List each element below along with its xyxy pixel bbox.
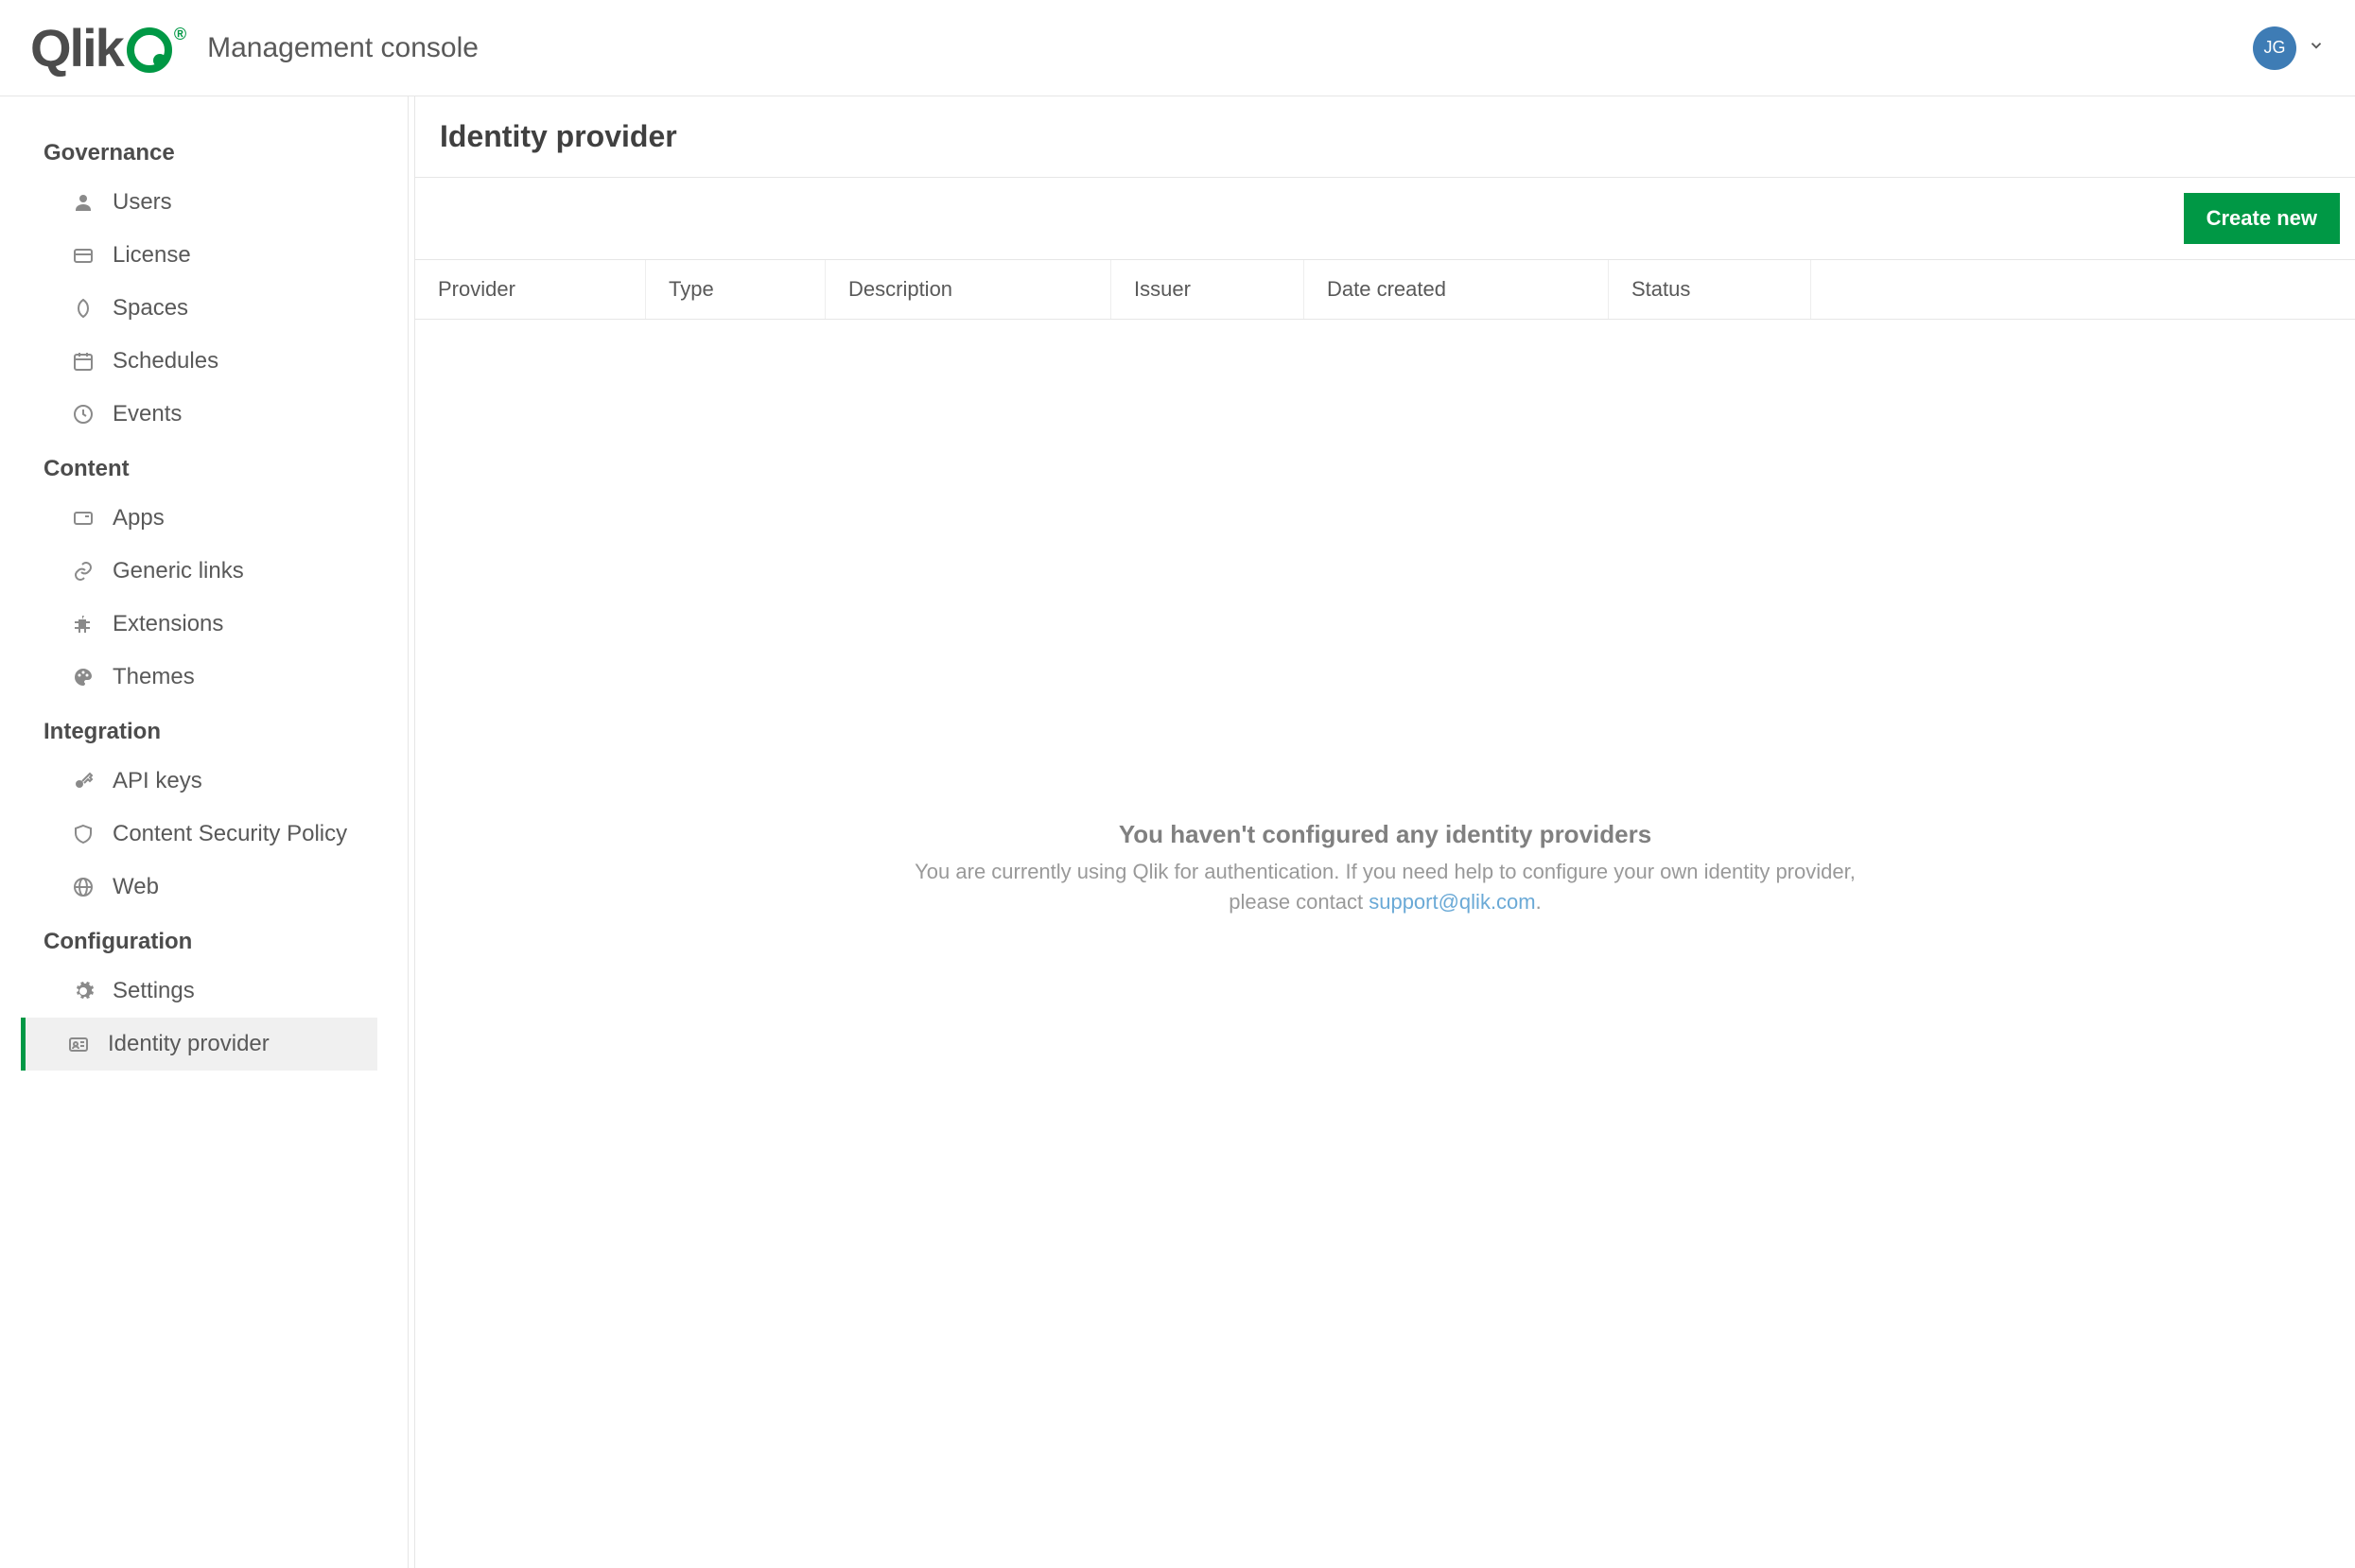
puzzle-icon (71, 612, 96, 636)
sidebar-item-label: Extensions (113, 611, 223, 637)
palette-icon (71, 665, 96, 689)
sidebar-item-label: Users (113, 189, 172, 216)
header-left: Qlik ® Management console (30, 17, 479, 78)
sidebar-item-themes[interactable]: Themes (0, 651, 408, 704)
chevron-down-icon (2308, 37, 2325, 59)
page-header: Identity provider (415, 96, 2355, 177)
app-icon (71, 506, 96, 531)
section-title-integration: Integration (0, 704, 408, 755)
license-icon (71, 243, 96, 268)
app-title: Management console (207, 32, 479, 64)
empty-state-subtitle: You are currently using Qlik for authent… (913, 857, 1858, 917)
link-icon (71, 559, 96, 584)
sidebar-item-events[interactable]: Events (0, 388, 408, 441)
empty-state-title: You haven't configured any identity prov… (1119, 820, 1651, 849)
id-icon (66, 1032, 91, 1056)
sidebar-item-settings[interactable]: Settings (0, 965, 408, 1018)
sidebar-item-label: Spaces (113, 295, 188, 322)
sidebar-item-csp[interactable]: Content Security Policy (0, 808, 408, 861)
user-menu[interactable]: JG (2253, 26, 2325, 70)
globe-icon (71, 875, 96, 899)
sidebar-item-label: Identity provider (108, 1031, 270, 1057)
sidebar-item-label: Content Security Policy (113, 821, 347, 847)
logo-mark-icon: ® (174, 25, 184, 44)
section-title-configuration: Configuration (0, 914, 408, 965)
sidebar-item-spaces[interactable]: Spaces (0, 282, 408, 335)
person-icon (71, 190, 96, 215)
sidebar-item-label: Schedules (113, 348, 218, 375)
sidebar-item-license[interactable]: License (0, 229, 408, 282)
avatar: JG (2253, 26, 2296, 70)
sidebar-item-web[interactable]: Web (0, 861, 408, 914)
header: Qlik ® Management console JG (0, 0, 2355, 96)
spaces-icon (71, 296, 96, 321)
logo-word: Qlik (30, 17, 123, 78)
gear-icon (71, 979, 96, 1003)
sidebar-item-label: Apps (113, 505, 165, 531)
key-icon (71, 769, 96, 793)
sidebar-item-apps[interactable]: Apps (0, 492, 408, 545)
main-content: Identity provider Create new Provider Ty… (414, 96, 2355, 1568)
sidebar-item-label: Themes (113, 664, 195, 690)
logo-q-icon (127, 27, 172, 73)
sidebar-item-label: Generic links (113, 558, 244, 584)
sidebar-item-extensions[interactable]: Extensions (0, 598, 408, 651)
sidebar-item-schedules[interactable]: Schedules (0, 335, 408, 388)
clock-icon (71, 402, 96, 427)
support-email-link[interactable]: support@qlik.com (1369, 890, 1535, 914)
sidebar-item-users[interactable]: Users (0, 176, 408, 229)
calendar-icon (71, 349, 96, 374)
sidebar-item-label: Events (113, 401, 182, 427)
shield-icon (71, 822, 96, 846)
sidebar-item-identity-provider[interactable]: Identity provider (21, 1018, 377, 1071)
sidebar-item-label: API keys (113, 768, 202, 794)
page-title: Identity provider (440, 119, 2330, 154)
sidebar-item-api-keys[interactable]: API keys (0, 755, 408, 808)
sidebar-item-label: License (113, 242, 191, 269)
empty-text-after: . (1536, 890, 1542, 914)
sidebar-item-label: Settings (113, 978, 195, 1004)
section-title-content: Content (0, 441, 408, 492)
sidebar: Governance Users License Spaces Schedule… (0, 96, 409, 1568)
sidebar-item-label: Web (113, 874, 159, 900)
section-title-governance: Governance (0, 125, 408, 176)
sidebar-item-generic-links[interactable]: Generic links (0, 545, 408, 598)
logo[interactable]: Qlik ® (30, 17, 184, 78)
empty-state: You haven't configured any identity prov… (415, 168, 2355, 1568)
logo-text: Qlik ® (30, 17, 184, 78)
